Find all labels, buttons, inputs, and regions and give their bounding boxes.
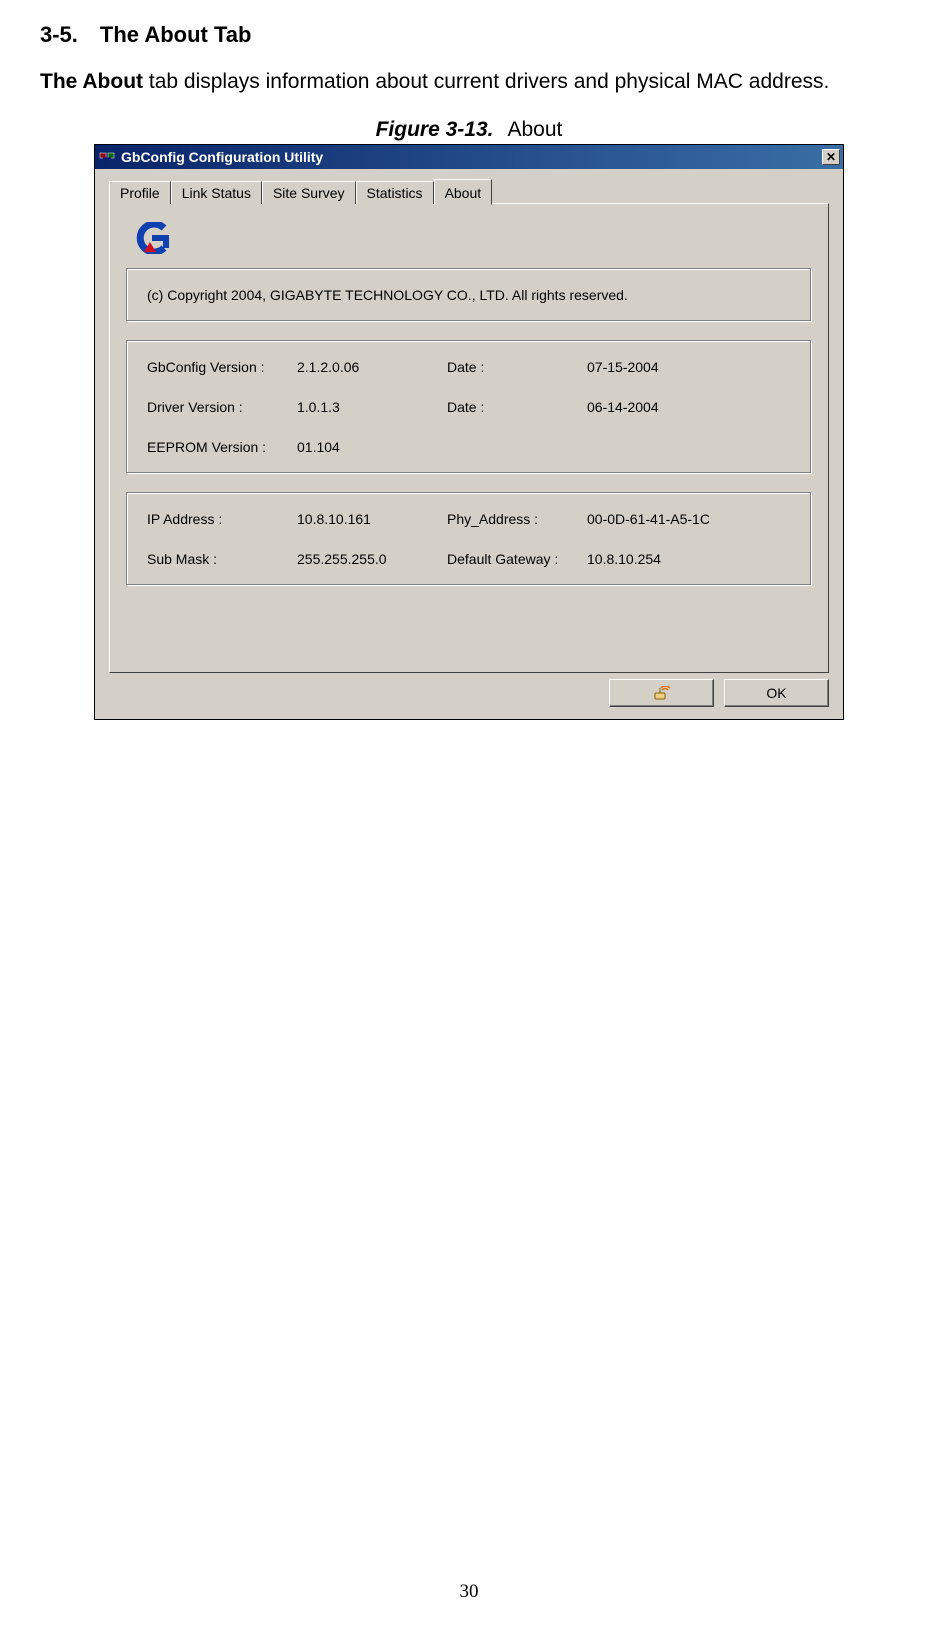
copyright-group: (c) Copyright 2004, GIGABYTE TECHNOLOGY … xyxy=(126,268,812,322)
tab-statistics[interactable]: Statistics xyxy=(356,181,434,204)
driver-version-label: Driver Version : xyxy=(147,399,297,415)
intro-text: The About tab displays information about… xyxy=(40,70,898,94)
gbconfig-version-value: 2.1.2.0.06 xyxy=(297,359,447,375)
intro-bold: The About xyxy=(40,70,143,93)
network-group: IP Address : 10.8.10.161 Phy_Address : 0… xyxy=(126,492,812,586)
eeprom-version-label: EEPROM Version : xyxy=(147,439,297,455)
driver-date-label: Date : xyxy=(447,399,587,415)
figure-number: Figure 3-13. xyxy=(376,118,494,141)
titlebar-text: GbConfig Configuration Utility xyxy=(121,149,822,165)
section-heading: 3-5. The About Tab xyxy=(40,22,898,48)
figure-title: About xyxy=(507,118,562,141)
versions-group: GbConfig Version : 2.1.2.0.06 Date : 07-… xyxy=(126,340,812,474)
radio-icon xyxy=(652,686,672,700)
sub-mask-label: Sub Mask : xyxy=(147,551,297,567)
gbconfig-date-label: Date : xyxy=(447,359,587,375)
ip-address-value: 10.8.10.161 xyxy=(297,511,447,527)
default-gateway-value: 10.8.10.254 xyxy=(587,551,661,567)
eeprom-version-value: 01.104 xyxy=(297,439,447,455)
titlebar: GbConfig Configuration Utility ✕ xyxy=(95,145,843,169)
phy-address-label: Phy_Address : xyxy=(447,511,587,527)
close-button[interactable]: ✕ xyxy=(822,149,840,165)
config-dialog: GbConfig Configuration Utility ✕ Profile… xyxy=(94,144,844,720)
tab-site-survey[interactable]: Site Survey xyxy=(262,181,356,204)
intro-rest: tab displays information about current d… xyxy=(143,70,829,93)
default-gateway-label: Default Gateway : xyxy=(447,551,587,567)
sub-mask-value: 255.255.255.0 xyxy=(297,551,447,567)
driver-version-value: 1.0.1.3 xyxy=(297,399,447,415)
figure-caption: Figure 3-13. About xyxy=(40,118,898,142)
ip-address-label: IP Address : xyxy=(147,511,297,527)
ok-button[interactable]: OK xyxy=(724,679,829,707)
tab-link-status[interactable]: Link Status xyxy=(171,181,262,204)
phy-address-value: 00-0D-61-41-A5-1C xyxy=(587,511,710,527)
tab-pane-about: (c) Copyright 2004, GIGABYTE TECHNOLOGY … xyxy=(109,203,829,673)
gbconfig-date-value: 07-15-2004 xyxy=(587,359,659,375)
driver-date-value: 06-14-2004 xyxy=(587,399,659,415)
gigabyte-logo-icon xyxy=(136,222,812,254)
tab-profile[interactable]: Profile xyxy=(109,181,171,204)
page-number: 30 xyxy=(0,1581,938,1603)
button-row: OK xyxy=(109,679,829,707)
tab-about[interactable]: About xyxy=(434,179,493,205)
tabbar: Profile Link Status Site Survey Statisti… xyxy=(109,179,829,203)
radio-button[interactable] xyxy=(609,679,714,707)
copyright-text: (c) Copyright 2004, GIGABYTE TECHNOLOGY … xyxy=(147,287,628,303)
gbconfig-version-label: GbConfig Version : xyxy=(147,359,297,375)
app-icon xyxy=(99,149,115,165)
